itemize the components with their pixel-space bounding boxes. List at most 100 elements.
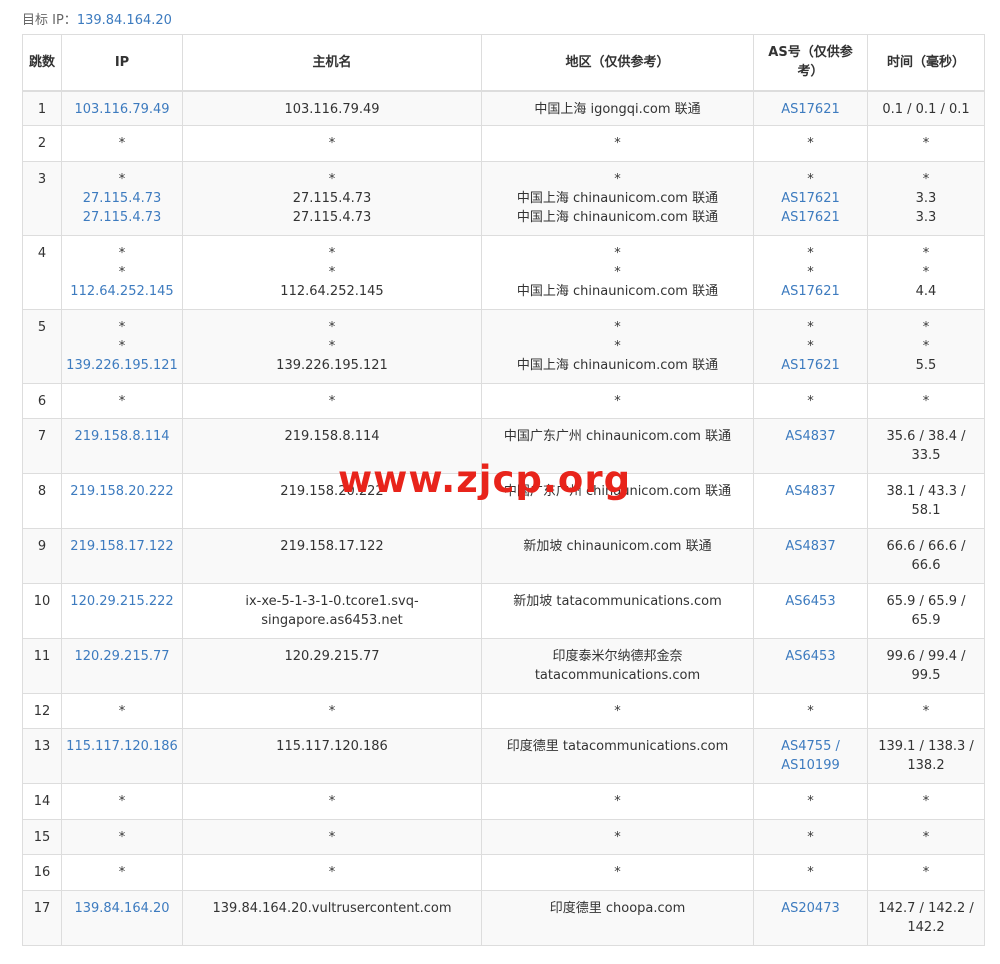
cell-ip: 219.158.8.114 — [61, 418, 183, 474]
cell-hop: 6 — [22, 383, 62, 419]
cell-host: * — [182, 783, 482, 820]
cell-time-line: * — [922, 320, 930, 335]
cell-asn-line[interactable]: AS17621 — [758, 100, 863, 119]
cell-host: 120.29.215.77 — [182, 638, 482, 694]
cell-ip: 219.158.20.222 — [61, 473, 183, 529]
cell-time: * — [867, 819, 985, 855]
cell-asn-line: * — [807, 394, 814, 409]
cell-region: * — [481, 383, 754, 419]
cell-host: * * 139.226.195.121 — [182, 309, 482, 384]
cell-host-line: 139.84.164.20.vultrusercontent.com — [212, 901, 452, 916]
table-row: 7 219.158.8.114 219.158.8.114 中国广东广州 chinau… — [22, 418, 985, 474]
cell-asn-line[interactable]: AS20473 — [758, 899, 863, 918]
cell-ip-line[interactable]: 219.158.17.122 — [66, 537, 178, 556]
cell-region-line: 新加坡 chinaunicom.com 联通 — [523, 539, 712, 554]
cell-ip: 139.84.164.20 — [61, 890, 183, 946]
cell-host: 219.158.8.114 — [182, 418, 482, 474]
cell-ip: * — [61, 125, 183, 162]
cell-region-line: 中国上海 igongqi.com 联通 — [534, 101, 701, 117]
cell-host-line: * — [328, 830, 336, 845]
cell-time-line: * — [922, 704, 930, 719]
cell-asn-line[interactable]: AS6453 — [758, 647, 863, 666]
cell-region: 印度德里 tatacommunications.com — [481, 728, 754, 784]
cell-region: 印度德里 choopa.com — [481, 890, 754, 946]
cell-time-line: 35.6 / 38.4 / — [886, 429, 966, 444]
cell-hop: 16 — [22, 854, 62, 891]
cell-ip-line[interactable]: 139.226.195.121 — [66, 356, 178, 375]
cell-time: 99.6 / 99.4 / 99.5 — [867, 638, 985, 694]
cell-asn-line: * — [807, 172, 814, 187]
cell-asn: * — [753, 383, 868, 419]
cell-asn-line: * — [807, 265, 814, 280]
cell-host: 139.84.164.20.vultrusercontent.com — [182, 890, 482, 946]
cell-host-line: 27.115.4.73 — [292, 210, 372, 225]
cell-ip-line[interactable]: 219.158.20.222 — [66, 482, 178, 501]
table-row: 10 120.29.215.222 ix-xe-5-1-3-1-0.tcore1.s… — [22, 583, 985, 639]
cell-host-line: ix-xe-5-1-3-1-0.tcore1.svq- — [245, 594, 419, 609]
cell-host-line: * — [328, 172, 336, 187]
cell-region-line: 印度泰米尔纳德邦金奈 — [552, 649, 683, 664]
cell-hop: 15 — [22, 819, 62, 855]
cell-region-line: 中国上海 chinaunicom.com 联通 — [516, 358, 719, 373]
target-ip-line: 目标 IP：139.84.164.20 — [22, 9, 172, 28]
cell-host-line: 219.158.8.114 — [284, 429, 380, 444]
cell-asn-line: * — [807, 704, 814, 719]
cell-asn-line[interactable]: AS6453 — [758, 592, 863, 611]
cell-asn-line[interactable]: AS4837 — [758, 482, 863, 501]
cell-region-line: 中国广东广州 chinaunicom.com 联通 — [503, 484, 732, 499]
cell-host-line: 120.29.215.77 — [284, 649, 380, 664]
cell-host-line: * — [328, 136, 336, 151]
cell-ip: 103.116.79.49 — [61, 90, 183, 126]
cell-ip-line: * — [118, 830, 126, 845]
cell-ip-line[interactable]: 27.115.4.73 — [66, 208, 178, 227]
table-row: 11 120.29.215.77 120.29.215.77 印度泰米尔纳德邦金奈 ta… — [22, 638, 985, 694]
cell-asn-line[interactable]: AS17621 — [758, 282, 863, 301]
traceroute-table: 跳数 IP 主机名 地区（仅供参考） AS号（仅供参考） 时间（毫秒） 1 103… — [22, 34, 985, 946]
cell-asn: AS4755 /AS10199 — [753, 728, 868, 784]
cell-asn-line[interactable]: AS4837 — [758, 427, 863, 446]
cell-time-line: 142.7 / 142.2 / — [878, 901, 974, 916]
cell-ip: 219.158.17.122 — [61, 528, 183, 584]
cell-time-line: 139.1 / 138.3 / — [878, 739, 974, 754]
cell-ip-line[interactable]: 103.116.79.49 — [66, 100, 178, 119]
cell-region-line: * — [614, 320, 621, 335]
cell-host: * * 112.64.252.145 — [182, 235, 482, 310]
cell-host: * — [182, 125, 482, 162]
cell-host-line: 112.64.252.145 — [280, 284, 384, 299]
cell-hop: 5 — [22, 309, 62, 384]
cell-asn-line[interactable]: AS4837 — [758, 537, 863, 556]
cell-ip-line[interactable]: 27.115.4.73 — [66, 189, 178, 208]
cell-ip-line: * — [118, 704, 126, 719]
cell-asn-line[interactable]: AS17621 — [758, 189, 863, 208]
cell-asn-line[interactable]: AS17621 — [758, 356, 863, 375]
cell-ip-line[interactable]: 112.64.252.145 — [66, 282, 178, 301]
cell-host: * 27.115.4.73 27.115.4.73 — [182, 161, 482, 236]
cell-ip-line: * — [118, 320, 126, 335]
cell-time: * — [867, 693, 985, 729]
cell-time: 35.6 / 38.4 / 33.5 — [867, 418, 985, 474]
cell-time: 66.6 / 66.6 / 66.6 — [867, 528, 985, 584]
cell-ip-line[interactable]: 219.158.8.114 — [66, 427, 178, 446]
table-row: 3 * 27.115.4.73 27.115.4.73 * 27.115.4.73 27.1… — [22, 161, 985, 236]
cell-host-line: 139.226.195.121 — [276, 358, 388, 373]
table-row: 6 * * * * * — [22, 383, 985, 419]
cell-ip-line[interactable]: 139.84.164.20 — [66, 899, 178, 918]
cell-region: * — [481, 819, 754, 855]
cell-host-line: * — [328, 265, 336, 280]
cell-ip-line[interactable]: 115.117.120.186 — [66, 737, 178, 756]
cell-ip: * — [61, 854, 183, 891]
cell-ip-line[interactable]: 120.29.215.77 — [66, 647, 178, 666]
cell-region-line: 中国上海 chinaunicom.com 联通 — [516, 284, 719, 299]
cell-region: * — [481, 854, 754, 891]
cell-asn-line[interactable]: AS17621 — [758, 208, 863, 227]
cell-asn-line: * — [807, 136, 814, 151]
cell-asn-line[interactable]: AS4755 / — [758, 737, 863, 756]
cell-time-line: * — [922, 830, 930, 845]
cell-time-line: 138.2 — [907, 758, 945, 773]
cell-ip-line[interactable]: 120.29.215.222 — [66, 592, 178, 611]
cell-host: * — [182, 819, 482, 855]
cell-host-line: 103.116.79.49 — [284, 101, 380, 117]
table-row: 14 * * * * * — [22, 783, 985, 820]
cell-ip-line: * — [118, 265, 126, 280]
cell-asn-line[interactable]: AS10199 — [758, 756, 863, 775]
